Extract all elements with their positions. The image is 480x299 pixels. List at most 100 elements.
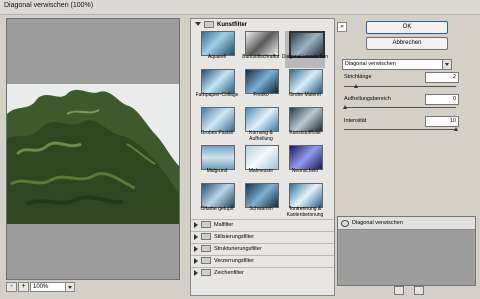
category-stilisierungsfilter[interactable]: Stilisierungsfilter [191, 231, 334, 243]
thumb-farbpapier-collage[interactable]: Farbpapier-Collage [196, 69, 238, 106]
thumb-label: Neonschein [291, 168, 319, 174]
preview-zoom-bar: - + 100% [6, 282, 180, 294]
category-label: Kunstfilter [217, 22, 247, 28]
collapsed-triangle-icon [194, 269, 198, 276]
thumb-tontrennung-kantenbetonung[interactable]: Tontrennung & Kantenbetonung [285, 183, 325, 220]
folder-icon [201, 233, 211, 241]
zoom-level-field[interactable]: 100% [30, 282, 66, 292]
thumb-label: Malmesser [248, 168, 274, 174]
thumbnail-image [289, 183, 323, 208]
thumb-koernung-aufhellung[interactable]: Körnung & Aufhellung [241, 107, 281, 144]
thumb-label: Schwamm [249, 206, 273, 212]
filter-gallery-window: Diagonal verwischen (100%) - + 100% Kuns… [0, 0, 480, 299]
param-aufhellungsbereich-label: Aufhellungsbereich [344, 96, 391, 102]
thumb-label: Farbpapier-Collage [195, 92, 239, 98]
new-effect-layer-icon[interactable] [394, 286, 404, 295]
param-strichlaenge-knob[interactable] [354, 84, 358, 88]
param-aufhellungsbereich-slider[interactable] [344, 107, 456, 108]
folder-icon [201, 269, 211, 277]
zoom-dropdown-button[interactable] [65, 282, 75, 292]
preview-image [7, 84, 179, 224]
thumb-grobe-malerei[interactable]: Grobe Malerei [285, 69, 325, 106]
collapsed-triangle-icon [194, 221, 198, 228]
folder-icon [201, 221, 211, 229]
thumb-label: Aquarell [207, 54, 227, 60]
thumbnail-image [201, 107, 235, 132]
thumb-oelfarbe-getupft[interactable]: Ölfarbe getupft [197, 183, 237, 220]
collapsed-triangle-icon [194, 245, 198, 252]
thumb-fresko[interactable]: Fresko [241, 69, 281, 106]
thumb-label: Körnung & Aufhellung [249, 130, 273, 142]
category-zeichenfilter[interactable]: Zeichenfilter [191, 267, 334, 279]
thumb-label: Diagonal verwischen [281, 54, 329, 60]
param-intensitaet-input[interactable]: 10 [425, 116, 459, 127]
thumbnail-image [245, 183, 279, 208]
param-strichlaenge-label: Strichlänge [344, 74, 372, 80]
thumbnail-image [289, 107, 323, 132]
trash-icon[interactable] [414, 286, 424, 295]
thumb-label: Ölfarbe getupft [200, 206, 234, 212]
thumb-schwamm[interactable]: Schwamm [241, 183, 281, 220]
thumb-diagonal-verwischen[interactable]: Diagonal verwischen [282, 31, 328, 68]
thumbnail-image [245, 31, 279, 56]
category-strukturierungsfilter[interactable]: Strukturierungsfilter [191, 243, 334, 255]
category-kunstfilter[interactable]: Kunstfilter [193, 20, 247, 31]
thumbnail-image [201, 69, 235, 94]
effect-layers-panel: Diagonal verwischen [337, 216, 476, 286]
effect-layer-name: Diagonal verwischen [352, 220, 403, 226]
filter-select-value: Diagonal verwischen [345, 61, 396, 67]
thumb-label: Grobe Malerei [289, 92, 321, 98]
thumbnail-image [201, 31, 235, 56]
zoom-out-button[interactable]: - [6, 282, 17, 292]
param-aufhellungsbereich-knob[interactable] [343, 105, 347, 109]
thumbnail-image [245, 107, 279, 132]
thumbnail-image [289, 145, 323, 170]
thumbnail-grid: Aquarell Buntstiftschraffur Diagonal ver… [195, 31, 330, 218]
collapsed-triangle-icon [194, 233, 198, 240]
cancel-button[interactable]: Abbrechen [366, 37, 448, 50]
thumb-buntstiftschraffur[interactable]: Buntstiftschraffur [241, 31, 281, 68]
param-intensitaet-slider[interactable] [344, 129, 456, 130]
thumb-label: Fresko [253, 92, 269, 98]
thumb-malmesser[interactable]: Malmesser [241, 145, 281, 182]
param-strichlaenge-slider[interactable] [344, 86, 456, 87]
ok-button[interactable]: OK [366, 21, 448, 34]
thumbnail-image [245, 145, 279, 170]
category-label: Verzerrungsfilter [214, 258, 255, 264]
category-verzerrungsfilter[interactable]: Verzerrungsfilter [191, 255, 334, 267]
expanded-triangle-icon [195, 22, 201, 27]
thumbnail-image [289, 69, 323, 94]
param-strichlaenge-input[interactable]: 2 [425, 72, 459, 83]
folder-icon [204, 20, 214, 28]
collapsed-triangle-icon [194, 257, 198, 264]
window-title: Diagonal verwischen (100%) [4, 2, 94, 9]
category-label: Strukturierungsfilter [214, 246, 262, 252]
param-aufhellungsbereich-input[interactable]: 0 [425, 94, 459, 105]
eye-icon[interactable] [341, 220, 349, 227]
effect-layer-row[interactable]: Diagonal verwischen [338, 217, 475, 230]
thumb-label: Malgrund [206, 168, 228, 174]
thumbnail-image [245, 69, 279, 94]
filter-gallery: Kunstfilter Aquarell Buntstiftschraffur … [190, 18, 335, 296]
preview-pane[interactable] [6, 18, 180, 280]
thumbnail-image [201, 145, 235, 170]
filter-select[interactable]: Diagonal verwischen [342, 59, 452, 70]
thumb-neonschein[interactable]: Neonschein [285, 145, 325, 182]
thumb-malgrund[interactable]: Malgrund [197, 145, 237, 182]
folder-icon [201, 257, 211, 265]
thumb-grobes-pastell[interactable]: Grobes Pastell [197, 107, 237, 144]
chevron-down-icon [442, 60, 451, 69]
zoom-in-button[interactable]: + [18, 282, 29, 292]
param-intensitaet-knob[interactable] [454, 127, 458, 131]
thumb-kunststofffolie[interactable]: Kunststofffolie [285, 107, 325, 144]
param-intensitaet-label: Intensität [344, 118, 367, 124]
chevron-down-icon [68, 286, 72, 289]
collapse-gallery-button[interactable]: « [337, 22, 347, 32]
category-label: Stilisierungsfilter [214, 234, 255, 240]
thumb-label: Tontrennung & Kantenbetonung [286, 206, 324, 218]
thumb-label: Buntstiftschraffur [242, 54, 280, 60]
thumb-aquarell[interactable]: Aquarell [197, 31, 237, 68]
folder-icon [201, 245, 211, 253]
title-bar: Diagonal verwischen (100%) [0, 0, 480, 15]
category-malfilter[interactable]: Malfilter [191, 219, 334, 231]
